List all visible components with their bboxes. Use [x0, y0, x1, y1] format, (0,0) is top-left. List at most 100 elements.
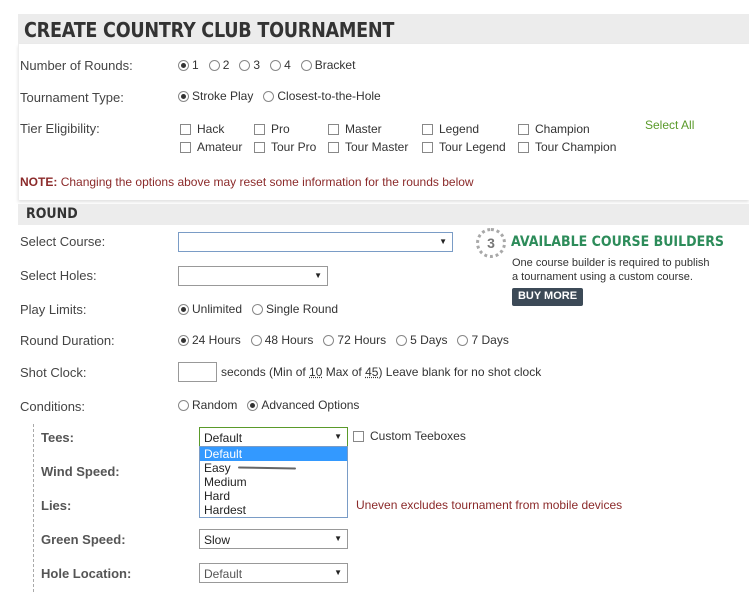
- rounds-option-1[interactable]: 1: [178, 58, 199, 72]
- radio-icon[interactable]: [178, 399, 189, 411]
- lies-label: Lies:: [41, 498, 72, 513]
- tier-checkbox-amateur[interactable]: Amateur: [180, 140, 242, 154]
- note-prefix: NOTE:: [20, 175, 58, 189]
- shot-clock-hint: seconds (Min of 10 Max of 45) Leave blan…: [221, 365, 542, 379]
- shot-clock-min: 10: [309, 365, 323, 379]
- checkbox-icon[interactable]: [328, 123, 339, 135]
- type-option-closest[interactable]: Closest-to-the-Hole: [263, 89, 381, 103]
- select-all-link[interactable]: Select All: [645, 118, 694, 132]
- chevron-down-icon: ▼: [334, 534, 342, 543]
- checkbox-icon[interactable]: [328, 141, 339, 153]
- checkbox-icon[interactable]: [254, 141, 265, 153]
- radio-icon[interactable]: [263, 90, 275, 102]
- shot-clock-input[interactable]: [178, 362, 217, 382]
- play-limits-label: Play Limits:: [20, 302, 87, 317]
- rounds-option-4[interactable]: 4: [270, 58, 291, 72]
- checkbox-icon[interactable]: [180, 141, 191, 153]
- play-limit-unlimited[interactable]: Unlimited: [178, 302, 242, 316]
- radio-icon[interactable]: [270, 59, 282, 71]
- type-option-stroke-play[interactable]: Stroke Play: [178, 89, 253, 103]
- rounds-label: Number of Rounds:: [20, 58, 133, 73]
- duration-24-hours[interactable]: 24 Hours: [178, 333, 241, 347]
- checkbox-icon[interactable]: [180, 123, 191, 135]
- checkbox-icon[interactable]: [254, 123, 265, 135]
- tier-checkbox-tour-pro[interactable]: Tour Pro: [254, 140, 316, 154]
- radio-icon[interactable]: [178, 90, 189, 102]
- conditions-random[interactable]: Random: [178, 398, 237, 412]
- tees-dropdown-list: Default Easy Medium Hard Hardest: [199, 446, 348, 518]
- duration-7-days[interactable]: 7 Days: [457, 333, 509, 347]
- select-holes-label: Select Holes:: [20, 268, 97, 283]
- conditions-label: Conditions:: [20, 399, 86, 414]
- rounds-option-2[interactable]: 2: [208, 58, 229, 72]
- checkbox-icon[interactable]: [422, 123, 433, 135]
- builders-description: One course builder is required to publis…: [512, 257, 710, 283]
- checkbox-icon[interactable]: [518, 141, 529, 153]
- radio-icon[interactable]: [247, 399, 259, 411]
- checkbox-icon[interactable]: [422, 141, 433, 153]
- radio-icon[interactable]: [178, 303, 189, 315]
- rounds-option-bracket[interactable]: Bracket: [300, 58, 355, 72]
- rounds-radio-group: 1 2 3 4 Bracket: [178, 58, 355, 72]
- shot-clock-max: 45: [365, 365, 379, 379]
- tier-checkbox-champion[interactable]: Champion: [518, 122, 590, 136]
- tees-option-hard[interactable]: Hard: [200, 489, 347, 503]
- chevron-down-icon: ▼: [334, 432, 342, 441]
- select-course-label: Select Course:: [20, 234, 106, 249]
- chevron-down-icon: ▼: [439, 237, 447, 246]
- duration-72-hours[interactable]: 72 Hours: [323, 333, 386, 347]
- duration-label: Round Duration:: [20, 333, 115, 348]
- duration-radio-group: 24 Hours 48 Hours 72 Hours 5 Days 7 Days: [178, 333, 509, 347]
- tier-checkbox-tour-legend[interactable]: Tour Legend: [422, 140, 506, 154]
- radio-icon[interactable]: [396, 334, 408, 346]
- tournament-type-radio-group: Stroke Play Closest-to-the-Hole: [178, 89, 381, 103]
- play-limit-single-round[interactable]: Single Round: [252, 302, 338, 316]
- hole-location-value: Default: [204, 567, 243, 581]
- radio-icon[interactable]: [178, 59, 189, 71]
- radio-icon[interactable]: [208, 59, 220, 71]
- radio-icon[interactable]: [323, 334, 335, 346]
- buy-more-button[interactable]: BUY MORE: [512, 288, 583, 306]
- radio-icon[interactable]: [252, 303, 264, 315]
- page-title: CREATE COUNTRY CLUB TOURNAMENT: [24, 18, 395, 42]
- select-holes-dropdown[interactable]: ▼: [178, 266, 328, 286]
- tees-label: Tees:: [41, 430, 74, 445]
- tier-checkbox-hack[interactable]: Hack: [180, 122, 224, 136]
- tees-option-medium[interactable]: Medium: [200, 475, 347, 489]
- note-text: Changing the options above may reset som…: [60, 175, 474, 189]
- duration-5-days[interactable]: 5 Days: [396, 333, 447, 347]
- play-limits-radio-group: Unlimited Single Round: [178, 302, 338, 316]
- tees-option-default[interactable]: Default: [200, 447, 347, 461]
- hole-location-label: Hole Location:: [41, 566, 132, 581]
- radio-icon[interactable]: [300, 59, 312, 71]
- tier-label: Tier Eligibility:: [20, 121, 100, 136]
- custom-teeboxes-checkbox[interactable]: Custom Teeboxes: [353, 429, 466, 443]
- green-speed-dropdown[interactable]: Slow ▼: [199, 529, 348, 549]
- course-builder-gear-icon: 3: [476, 228, 506, 258]
- checkbox-icon[interactable]: [353, 430, 364, 442]
- radio-icon[interactable]: [457, 334, 469, 346]
- tier-checkbox-legend[interactable]: Legend: [422, 122, 479, 136]
- tier-checkbox-tour-champion[interactable]: Tour Champion: [518, 140, 616, 154]
- shot-clock-label: Shot Clock:: [20, 365, 87, 380]
- conditions-radio-group: Random Advanced Options: [178, 398, 359, 412]
- tier-checkbox-pro[interactable]: Pro: [254, 122, 290, 136]
- tier-checkbox-master[interactable]: Master: [328, 122, 382, 136]
- tees-dropdown[interactable]: Default ▼: [199, 427, 348, 447]
- tees-value: Default: [204, 431, 243, 445]
- chevron-down-icon: ▼: [334, 568, 342, 577]
- conditions-advanced[interactable]: Advanced Options: [247, 398, 359, 412]
- radio-icon[interactable]: [239, 59, 251, 71]
- hole-location-dropdown[interactable]: Default ▼: [199, 563, 348, 583]
- radio-icon[interactable]: [250, 334, 262, 346]
- checkbox-icon[interactable]: [518, 123, 529, 135]
- rounds-option-3[interactable]: 3: [239, 58, 260, 72]
- round-title: ROUND: [26, 206, 78, 222]
- tees-option-hardest[interactable]: Hardest: [200, 503, 347, 517]
- duration-48-hours[interactable]: 48 Hours: [250, 333, 313, 347]
- page-header: CREATE COUNTRY CLUB TOURNAMENT: [18, 14, 749, 44]
- tier-checkbox-tour-master[interactable]: Tour Master: [328, 140, 408, 154]
- select-course-dropdown[interactable]: ▼: [178, 232, 453, 252]
- radio-icon[interactable]: [178, 334, 189, 346]
- builders-title: AVAILABLE COURSE BUILDERS: [511, 234, 725, 250]
